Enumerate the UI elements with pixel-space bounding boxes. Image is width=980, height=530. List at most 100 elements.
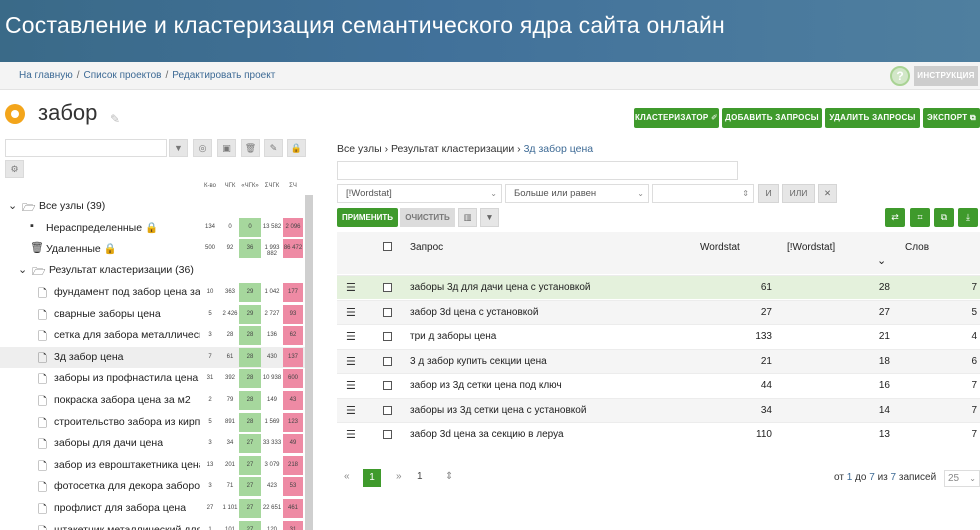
- tree-cell-value: 1: [208, 526, 212, 530]
- add-queries-button[interactable]: ДОБАВИТЬ ЗАПРОСЫ ⌄: [722, 108, 822, 142]
- filter-value-input[interactable]: ⇕: [652, 184, 754, 203]
- tree-node-unassigned[interactable]: ▪ Нераспределенные 🔒 134 0 0 13 582 2 096: [0, 217, 305, 238]
- page-size-select[interactable]: 25 ⌄: [944, 470, 980, 487]
- select-all-checkbox[interactable]: [383, 242, 392, 251]
- apply-button[interactable]: ПРИМЕНИТЬ: [337, 208, 398, 227]
- cluster-crumb-result[interactable]: Результат кластеризации: [391, 143, 514, 155]
- chevron-down-icon[interactable]: ⌄: [18, 263, 27, 276]
- tree-item[interactable]: 🗋 покраска забора цена за м2 2 79 28 149 43: [0, 390, 305, 411]
- table-row[interactable]: ☰ забор 3d цена за секцию в леруа 110 13 7: [337, 422, 980, 446]
- table-row[interactable]: ☰ 3 д забор купить секции цена 21 18 6: [337, 348, 980, 373]
- and-button[interactable]: И: [758, 184, 779, 203]
- tree-search-input[interactable]: [5, 139, 167, 157]
- drag-handle-icon[interactable]: ☰: [346, 355, 356, 368]
- pencil-icon[interactable]: ✎: [110, 112, 120, 126]
- tree-item[interactable]: 🗋 фундамент под забор цена за пс 10 363 29 1 …: [0, 282, 305, 303]
- tree-item-label: Нераспределенные 🔒: [46, 222, 159, 234]
- filter-field-select[interactable]: [!Wordstat] ⌄: [337, 184, 502, 203]
- query-cell: заборы 3д для дачи цена с установкой: [410, 282, 591, 293]
- tree-item[interactable]: 🗋 заборы для дачи цена 3 34 27 33 333 49: [0, 433, 305, 454]
- pagination-current-page[interactable]: 1: [363, 469, 381, 487]
- sort-desc-icon[interactable]: ⌄: [877, 254, 886, 267]
- row-checkbox[interactable]: [383, 356, 392, 366]
- pagination-next[interactable]: »: [396, 471, 402, 482]
- delete-queries-button[interactable]: УДАЛИТЬ ЗАПРОСЫ ⌄: [825, 108, 920, 142]
- drag-handle-icon[interactable]: ☰: [346, 428, 356, 441]
- merge-icon[interactable]: ⌗: [910, 208, 930, 227]
- table-row[interactable]: ☰ заборы 3д для дачи цена с установкой 61 2…: [337, 275, 980, 299]
- column-wordstat[interactable]: Wordstat: [700, 242, 740, 253]
- drag-handle-icon[interactable]: ☰: [346, 281, 356, 294]
- row-checkbox[interactable]: [383, 430, 392, 439]
- exact-wordstat-cell: 27: [878, 306, 890, 318]
- target-icon[interactable]: ◎: [193, 139, 212, 157]
- breadcrumb-edit-project[interactable]: Редактировать проект: [172, 70, 275, 81]
- box-icon[interactable]: ▣: [217, 139, 236, 157]
- drag-handle-icon[interactable]: ☰: [346, 379, 356, 392]
- or-button[interactable]: ИЛИ: [782, 184, 815, 203]
- edit-icon[interactable]: ✎: [264, 139, 283, 157]
- filter-operator-select[interactable]: Больше или равен ⌄: [505, 184, 649, 203]
- tree-item[interactable]: 🗋 заборы из профнастила цена с у 31 392 28 10…: [0, 368, 305, 389]
- copy-icon[interactable]: ⧉: [934, 208, 954, 227]
- column-header-sum: ΣЧ: [289, 183, 297, 189]
- tree-scrollbar[interactable]: [305, 195, 313, 530]
- drag-handle-icon[interactable]: ☰: [346, 404, 356, 417]
- clusterizer-button[interactable]: КЛАСТЕРИЗАТОР ✐: [634, 108, 719, 128]
- download-icon[interactable]: ⤓: [958, 208, 978, 227]
- tree-node-cluster-result[interactable]: ⌄ 🗁 Результат кластеризации (36): [0, 260, 305, 281]
- tree-cell-value: 3: [208, 483, 212, 490]
- table-row[interactable]: ☰ три д заборы цена 133 21 4: [337, 324, 980, 348]
- row-checkbox[interactable]: [383, 381, 392, 390]
- save-icon[interactable]: ▥: [458, 208, 477, 227]
- instruction-button[interactable]: ИНСТРУКЦИЯ: [914, 66, 978, 86]
- breadcrumb-projects[interactable]: Список проектов: [84, 70, 162, 81]
- query-search-input[interactable]: [337, 161, 738, 180]
- drag-handle-icon[interactable]: ☰: [346, 306, 356, 319]
- tree-item[interactable]: 🗋 профлист для забора цена 27 1 101 27 22 651…: [0, 498, 305, 519]
- filter-icon[interactable]: ▼: [480, 208, 499, 227]
- tree-item[interactable]: 🗋 3д забор цена 7 61 28 430 137: [0, 346, 305, 368]
- row-checkbox[interactable]: [383, 283, 392, 292]
- filter-icon[interactable]: ▼: [169, 139, 188, 157]
- row-checkbox[interactable]: [383, 332, 392, 341]
- query-cell: 3 д забор купить секции цена: [410, 355, 547, 367]
- export-button[interactable]: ЭКСПОРТ ⧉: [923, 108, 980, 128]
- column-query[interactable]: Запрос: [410, 242, 443, 253]
- trash-icon[interactable]: 🗑: [241, 139, 260, 157]
- tree-item[interactable]: 🗋 фотосетка для декора заборов ф 3 71 27 423 5…: [0, 476, 305, 497]
- tree-item[interactable]: 🗋 сварные заборы цена 5 2 426 29 2 727 93: [0, 304, 305, 325]
- cluster-crumb-all[interactable]: Все узлы: [337, 143, 382, 155]
- table-row[interactable]: ☰ заборы из 3д сетки цена с установкой 34 1…: [337, 397, 980, 422]
- table-row[interactable]: ☰ забор из 3д сетки цена под ключ 44 16 7: [337, 373, 980, 397]
- row-checkbox[interactable]: [383, 307, 392, 317]
- tree-cell-value: 61: [226, 353, 234, 360]
- tree-cell-value: 93: [289, 310, 297, 317]
- pagination-goto-input[interactable]: 1: [417, 471, 423, 482]
- stepper-icon[interactable]: ⇕: [445, 471, 453, 482]
- stepper-icon[interactable]: ⇕: [742, 185, 749, 202]
- breadcrumb-home[interactable]: На главную: [19, 70, 73, 81]
- settings-icon[interactable]: ⚙: [5, 160, 24, 178]
- lock-icon[interactable]: 🔒: [287, 139, 306, 157]
- tree-item[interactable]: 🗋 сетка для забора металлическая 3 28 28 136 6…: [0, 325, 305, 346]
- drag-handle-icon[interactable]: ☰: [346, 330, 356, 343]
- clear-button[interactable]: ОЧИСТИТЬ: [400, 208, 455, 227]
- table-row[interactable]: ☰ забор 3d цена с установкой 27 27 5: [337, 299, 980, 324]
- remove-filter-button[interactable]: ✕: [818, 184, 837, 203]
- tree-cell-value: 1 101: [222, 505, 238, 511]
- pagination-first[interactable]: «: [344, 471, 350, 482]
- tree-item[interactable]: 🗋 строительство забора из кирпич 5 891 28 1 5…: [0, 412, 305, 433]
- swap-icon[interactable]: ⇄: [885, 208, 905, 227]
- tree-node-deleted[interactable]: 🗑 Удаленные 🔒 500 92 36 1 993 882 86 472: [0, 238, 305, 259]
- column-words[interactable]: Слов: [905, 242, 929, 253]
- chevron-down-icon[interactable]: ⌄: [8, 199, 17, 212]
- question-icon[interactable]: ?: [890, 66, 910, 86]
- tree-item[interactable]: 🗋 забор из евроштакетника цена 13 201 27 3 07…: [0, 455, 305, 476]
- tree-item[interactable]: 🗋 штакетник металлический для з 1 101 27 120 3…: [0, 520, 305, 530]
- row-checkbox[interactable]: [383, 405, 392, 415]
- cluster-crumb-current: 3д забор цена: [523, 143, 594, 155]
- tree-node-all[interactable]: ⌄ 🗁 Все узлы (39): [0, 196, 305, 217]
- wordstat-cell: 44: [760, 380, 772, 391]
- column-exact-wordstat[interactable]: [!Wordstat]: [787, 242, 835, 253]
